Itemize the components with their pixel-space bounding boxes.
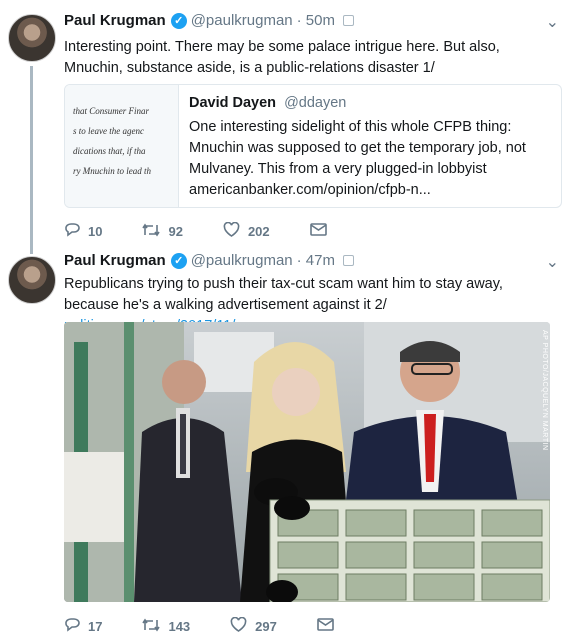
- tweet-text: Interesting point. There may be some pal…: [64, 39, 500, 76]
- thumbnail-text-line: ry Mnuchin to lead th: [73, 166, 151, 176]
- retweet-count: 92: [168, 224, 183, 239]
- device-icon: [342, 15, 354, 26]
- tweet-header: Paul Krugman ✓ @paulkrugman · 50m: [64, 12, 354, 29]
- verified-check-icon: ✓: [170, 252, 187, 269]
- quoted-tweet[interactable]: that Consumer Finar s to leave the agenc…: [64, 84, 562, 208]
- thumbnail-text-line: that Consumer Finar: [73, 106, 150, 116]
- author-name[interactable]: Paul Krugman: [64, 252, 166, 269]
- photo-illustration: [64, 322, 550, 602]
- like-button[interactable]: 297: [230, 616, 277, 636]
- like-count: 202: [247, 224, 270, 239]
- retweet-button[interactable]: 92: [142, 223, 183, 241]
- avatar[interactable]: [8, 14, 56, 62]
- avatar[interactable]: [8, 256, 56, 304]
- heart-icon: [223, 221, 240, 241]
- like-count: 297: [255, 619, 277, 634]
- device-icon: [342, 255, 354, 266]
- tweet-body: Republicans trying to push their tax-cut…: [64, 276, 503, 313]
- thumbnail-text-line: s to leave the agenc: [73, 126, 144, 136]
- photo-credit: AP PHOTO/JACQUELYN MARTIN: [541, 330, 548, 451]
- author-handle[interactable]: @paulkrugman: [191, 252, 293, 269]
- chevron-down-icon[interactable]: ⌄: [546, 252, 559, 272]
- tweet-1[interactable]: Paul Krugman ✓ @paulkrugman · 50m ⌄ Inte…: [0, 0, 571, 250]
- reply-count: 10: [88, 224, 103, 239]
- quoted-tweet-thumbnail: that Consumer Finar s to leave the agenc…: [65, 85, 179, 207]
- reply-icon: [64, 222, 80, 241]
- quoted-author-handle: @ddayen: [284, 95, 347, 111]
- reply-button[interactable]: 10: [64, 222, 102, 241]
- quoted-tweet-text: One interesting sidelight of this whole …: [189, 119, 526, 198]
- direct-message-button[interactable]: [317, 618, 342, 635]
- author-handle[interactable]: @paulkrugman: [191, 12, 293, 29]
- chevron-down-icon[interactable]: ⌄: [546, 12, 559, 32]
- direct-message-button[interactable]: [309, 223, 335, 240]
- tweet-actions: 10 92 202: [64, 221, 375, 241]
- timestamp[interactable]: · 47m: [297, 252, 335, 269]
- envelope-icon: [309, 223, 327, 240]
- heart-icon: [230, 616, 247, 636]
- retweet-button[interactable]: 143: [142, 618, 190, 636]
- timestamp[interactable]: · 50m: [297, 12, 335, 29]
- retweet-count: 143: [168, 619, 191, 634]
- reply-button[interactable]: 17: [64, 617, 102, 636]
- verified-check-icon: ✓: [170, 12, 187, 29]
- retweet-icon: [142, 223, 161, 241]
- like-button[interactable]: 202: [223, 221, 270, 241]
- quoted-author-name: David Dayen: [189, 95, 277, 111]
- quoted-tweet-header: David Dayen @ddayen: [189, 95, 346, 111]
- tweet-actions: 17 143 297: [64, 616, 382, 636]
- tweet-header: Paul Krugman ✓ @paulkrugman · 47m: [64, 252, 354, 269]
- thumbnail-text-line: dications that, if tha: [73, 146, 146, 156]
- author-name[interactable]: Paul Krugman: [64, 12, 166, 29]
- envelope-icon: [317, 618, 334, 635]
- reply-icon: [64, 617, 80, 636]
- retweet-icon: [142, 618, 161, 636]
- reply-count: 17: [88, 619, 103, 634]
- tweet-photo[interactable]: AP PHOTO/JACQUELYN MARTIN: [64, 322, 550, 602]
